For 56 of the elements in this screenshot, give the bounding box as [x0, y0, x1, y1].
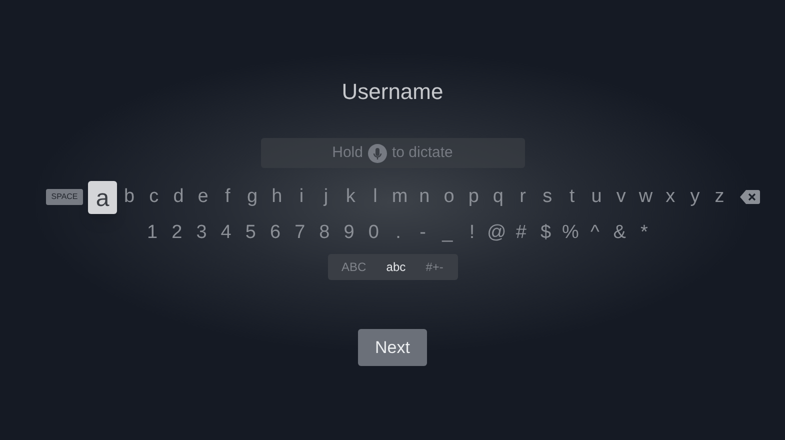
- letter-key[interactable]: z: [707, 182, 732, 212]
- letter-key[interactable]: w: [633, 182, 658, 212]
- mode-tab[interactable]: ABC: [338, 258, 370, 276]
- symbol-key[interactable]: 6: [262, 218, 288, 248]
- letter-key[interactable]: b: [117, 182, 142, 212]
- symbol-key[interactable]: -: [410, 218, 436, 248]
- letter-key[interactable]: k: [338, 182, 363, 212]
- symbol-key[interactable]: &: [607, 218, 632, 248]
- letter-key[interactable]: n: [412, 182, 437, 212]
- letter-key[interactable]: u: [584, 182, 609, 212]
- space-key[interactable]: SPACE: [46, 189, 83, 205]
- letter-key[interactable]: j: [314, 182, 338, 212]
- symbol-key[interactable]: $: [534, 218, 558, 248]
- symbol-key[interactable]: 5: [238, 218, 263, 248]
- letter-key[interactable]: r: [510, 182, 536, 212]
- letter-key[interactable]: l: [362, 182, 388, 212]
- mode-tab[interactable]: #+-: [422, 258, 448, 276]
- letter-key[interactable]: o: [436, 182, 462, 212]
- letter-key[interactable]: y: [682, 182, 708, 212]
- letter-key[interactable]: s: [535, 182, 560, 212]
- symbol-key[interactable]: ^: [582, 218, 608, 248]
- symbol-key[interactable]: 7: [288, 218, 312, 248]
- letter-key[interactable]: a: [88, 180, 117, 214]
- symbol-key[interactable]: @: [484, 218, 509, 248]
- mode-tab[interactable]: abc: [382, 258, 410, 276]
- symbol-key[interactable]: 8: [312, 218, 337, 248]
- letter-key[interactable]: e: [190, 182, 216, 212]
- symbol-key[interactable]: !: [460, 218, 484, 248]
- symbol-key[interactable]: 9: [336, 218, 362, 248]
- letter-key[interactable]: m: [388, 182, 412, 212]
- symbol-key[interactable]: .: [386, 218, 411, 248]
- letter-key[interactable]: p: [461, 182, 486, 212]
- next-button[interactable]: Next: [358, 329, 427, 366]
- symbol-key[interactable]: 3: [189, 218, 214, 248]
- symbol-key[interactable]: 2: [164, 218, 190, 248]
- symbol-key[interactable]: 4: [214, 218, 238, 248]
- symbol-key[interactable]: 0: [361, 218, 386, 248]
- letter-key[interactable]: x: [658, 182, 683, 212]
- letter-key[interactable]: c: [142, 182, 166, 212]
- letter-key[interactable]: q: [486, 182, 510, 212]
- letter-key[interactable]: h: [264, 182, 290, 212]
- microphone-icon: [368, 144, 387, 162]
- letter-key[interactable]: d: [166, 182, 191, 212]
- symbol-key[interactable]: 1: [140, 218, 165, 248]
- dictation-field[interactable]: Hold to dictate: [260, 138, 524, 168]
- letter-key[interactable]: i: [289, 182, 314, 212]
- field-title: Username: [342, 78, 444, 106]
- symbol-key[interactable]: %: [558, 218, 583, 248]
- letter-key[interactable]: f: [215, 182, 240, 212]
- symbol-key[interactable]: *: [632, 218, 656, 248]
- backspace-icon[interactable]: [740, 190, 760, 204]
- letter-key[interactable]: g: [240, 182, 265, 212]
- symbol-key[interactable]: _: [435, 218, 460, 248]
- letter-key[interactable]: t: [560, 182, 584, 212]
- symbol-key[interactable]: #: [508, 218, 534, 248]
- letter-key[interactable]: v: [608, 182, 634, 212]
